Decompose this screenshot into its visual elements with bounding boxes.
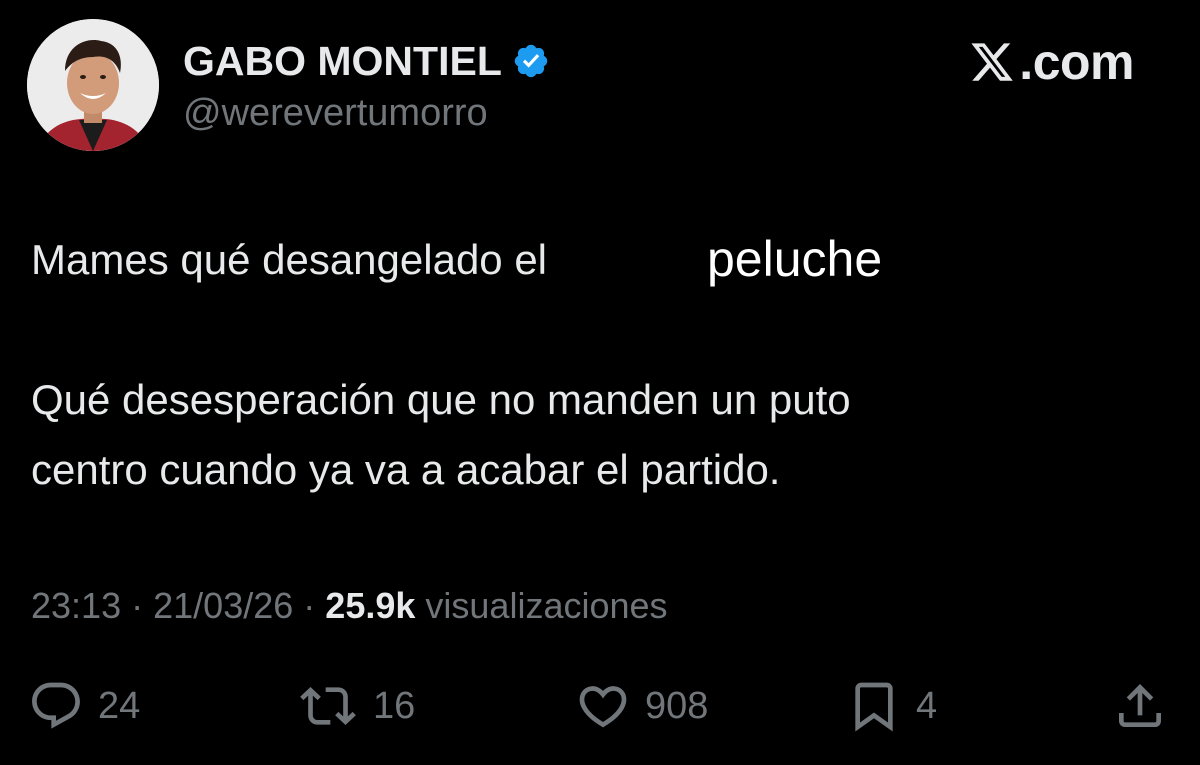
avatar-image: [27, 19, 159, 151]
like-count: 908: [645, 684, 709, 727]
reply-count: 24: [98, 684, 141, 727]
verified-badge-icon: [512, 42, 550, 80]
bookmark-count: 4: [916, 684, 938, 727]
repost-count: 16: [373, 684, 416, 727]
meta-separator: ·: [303, 585, 316, 626]
brand-logo: .com: [967, 34, 1134, 90]
tweet-text-overlay-word: peluche: [707, 231, 883, 287]
author-handle[interactable]: @werevertumorro: [183, 92, 488, 135]
tweet-meta: 23:13 · 21/03/26 · 25.9k visualizaciones: [31, 585, 668, 627]
heart-icon: [579, 686, 627, 728]
display-name[interactable]: GABO MONTIEL: [183, 38, 502, 85]
share-upload-icon: [1119, 684, 1161, 727]
views-count: 25.9k: [325, 585, 416, 626]
share-button[interactable]: [1112, 676, 1168, 736]
reply-button[interactable]: 24: [28, 676, 140, 736]
views-label: visualizaciones: [425, 585, 668, 626]
tweet-text-line-1: Mames qué desangelado el: [31, 236, 548, 283]
repost-button[interactable]: 16: [297, 676, 415, 736]
meta-separator: ·: [131, 585, 144, 626]
brand-text: .com: [1019, 34, 1134, 90]
speech-bubble-icon: [32, 682, 80, 729]
author-name-row[interactable]: GABO MONTIEL: [183, 38, 550, 84]
tweet-date[interactable]: 21/03/26: [153, 585, 293, 626]
tweet-text-line-2: Qué desesperación que no manden un puto: [31, 376, 851, 423]
tweet-time[interactable]: 23:13: [31, 585, 121, 626]
repost-arrows-icon: [300, 687, 356, 725]
like-button[interactable]: 908: [575, 676, 708, 736]
tweet-text-line-3: centro cuando ya va a acabar el partido.: [31, 446, 781, 493]
x-logo-icon: [971, 43, 1014, 81]
bookmark-icon: [855, 682, 893, 732]
avatar[interactable]: [27, 19, 159, 151]
bookmark-button[interactable]: 4: [846, 676, 937, 736]
